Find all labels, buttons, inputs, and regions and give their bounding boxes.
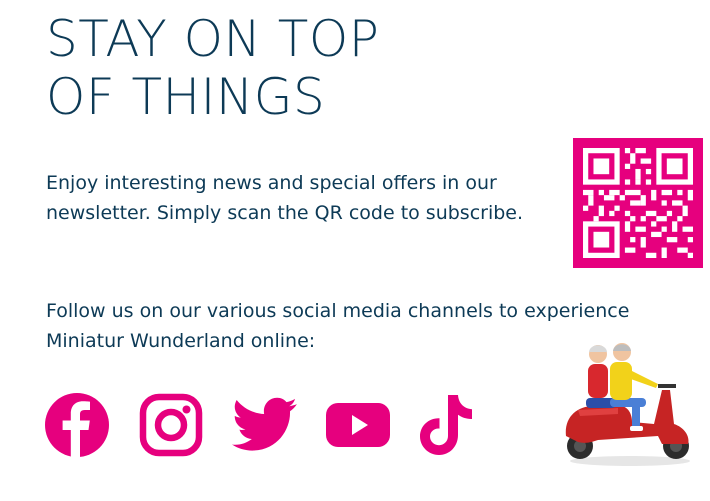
page-title: STAY ON TOP OF THINGS [46, 10, 379, 126]
qr-code-icon [583, 148, 693, 258]
title-line-2: OF THINGS [46, 68, 326, 126]
newsletter-qr-code[interactable] [573, 138, 703, 268]
twitter-icon[interactable] [232, 396, 298, 459]
facebook-icon[interactable] [44, 392, 110, 463]
scooter-figure-illustration [565, 343, 690, 466]
social-links [44, 392, 474, 462]
youtube-icon[interactable] [326, 401, 390, 454]
instagram-icon[interactable] [138, 392, 204, 463]
tiktok-icon[interactable] [418, 393, 474, 462]
title-line-1: STAY ON TOP [46, 10, 380, 68]
newsletter-text: Enjoy interesting news and special offer… [46, 172, 524, 224]
